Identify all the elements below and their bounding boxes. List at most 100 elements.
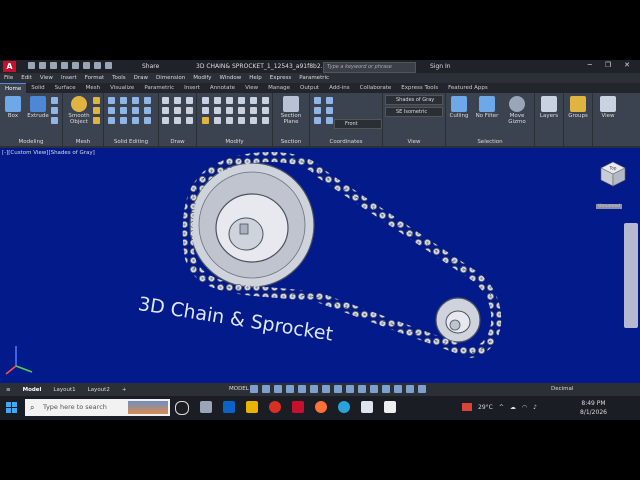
- move-icon[interactable]: [202, 97, 209, 104]
- new-icon[interactable]: [28, 62, 35, 69]
- break-icon[interactable]: [226, 117, 233, 124]
- telegram-icon[interactable]: [338, 401, 350, 413]
- menu-express[interactable]: Express: [266, 73, 295, 83]
- restore-button[interactable]: ❐: [605, 61, 611, 69]
- tab-mesh[interactable]: Mesh: [81, 83, 105, 93]
- polar-icon[interactable]: [286, 385, 294, 393]
- tab-view[interactable]: View: [240, 83, 263, 93]
- union-icon[interactable]: [108, 97, 115, 104]
- mesh-refine-icon[interactable]: [93, 107, 100, 114]
- subtract-icon[interactable]: [120, 97, 127, 104]
- sign-in-button[interactable]: Sign In: [430, 63, 451, 70]
- array-icon[interactable]: [250, 107, 257, 114]
- arc-icon[interactable]: [162, 107, 169, 114]
- gizmo-toggle-icon[interactable]: [370, 385, 378, 393]
- taskbar-search-input[interactable]: ⌕ Type here to search: [25, 399, 170, 416]
- shell-icon[interactable]: [144, 107, 151, 114]
- network-icon[interactable]: ◠: [522, 404, 527, 411]
- no-filter-button[interactable]: No Filter: [474, 96, 500, 119]
- imprint-icon[interactable]: [132, 107, 139, 114]
- menu-burger-icon[interactable]: ≡: [0, 387, 17, 393]
- minimize-button[interactable]: ─: [588, 61, 592, 69]
- menu-insert[interactable]: Insert: [57, 73, 81, 83]
- tab-solid[interactable]: Solid: [26, 83, 49, 93]
- menu-window[interactable]: Window: [216, 73, 246, 83]
- ucs-x-icon[interactable]: [314, 117, 321, 124]
- drawing-viewport[interactable]: [-][Custom View][Shades of Gray] 3D Chai…: [0, 148, 640, 383]
- menu-edit[interactable]: Edit: [17, 73, 36, 83]
- culling-button[interactable]: Culling: [446, 96, 472, 119]
- tab-surface[interactable]: Surface: [50, 83, 81, 93]
- line-icon[interactable]: [162, 97, 169, 104]
- selection-cycling-icon[interactable]: [358, 385, 366, 393]
- save-icon[interactable]: [50, 62, 57, 69]
- viewcube-icon[interactable]: Top: [598, 158, 628, 188]
- tab-featured-apps[interactable]: Featured Apps: [443, 83, 493, 93]
- tab-add-ins[interactable]: Add-ins: [324, 83, 355, 93]
- revolve-icon[interactable]: [51, 97, 58, 104]
- panel-label-selection[interactable]: Selection: [446, 139, 534, 145]
- share-button[interactable]: Share: [142, 63, 159, 70]
- section-plane-button[interactable]: Section Plane: [276, 96, 306, 125]
- ucs-named-icon[interactable]: [326, 117, 333, 124]
- tab-model[interactable]: Model: [17, 387, 48, 393]
- rotate-icon[interactable]: [214, 97, 221, 104]
- offset-icon[interactable]: [262, 107, 269, 114]
- menu-tools[interactable]: Tools: [108, 73, 130, 83]
- panel-label-mesh[interactable]: Mesh: [63, 139, 103, 145]
- fillet-edge-icon[interactable]: [108, 117, 115, 124]
- notepad-icon[interactable]: [361, 401, 373, 413]
- layers-button[interactable]: Layers: [536, 96, 562, 119]
- extend-icon[interactable]: [238, 117, 245, 124]
- hatch-icon[interactable]: [186, 117, 193, 124]
- model-space-toggle[interactable]: MODEL: [229, 386, 249, 392]
- separate-icon[interactable]: [132, 117, 139, 124]
- polygon-icon[interactable]: [186, 107, 193, 114]
- annotation-scale-icon[interactable]: [382, 385, 390, 393]
- tab-annotate[interactable]: Annotate: [205, 83, 240, 93]
- workspace-icon[interactable]: [105, 62, 112, 69]
- temperature-readout[interactable]: 29°C: [478, 404, 493, 411]
- spline-icon[interactable]: [174, 117, 181, 124]
- align-icon[interactable]: [202, 117, 209, 124]
- panel-label-section[interactable]: Section: [273, 139, 309, 145]
- workspace-switch-icon[interactable]: [394, 385, 402, 393]
- ortho-icon[interactable]: [274, 385, 282, 393]
- sweep-icon[interactable]: [51, 117, 58, 124]
- panel-label-solid-editing[interactable]: Solid Editing: [104, 139, 158, 145]
- ucs-origin-icon[interactable]: [314, 107, 321, 114]
- view-button[interactable]: View: [595, 96, 621, 119]
- firefox-icon[interactable]: [315, 401, 327, 413]
- mesh-crease-icon[interactable]: [93, 117, 100, 124]
- copy-icon[interactable]: [250, 97, 257, 104]
- otrack-icon[interactable]: [322, 385, 330, 393]
- widgets-icon[interactable]: [200, 401, 212, 413]
- tab-collaborate[interactable]: Collaborate: [355, 83, 397, 93]
- menu-file[interactable]: File: [0, 73, 17, 83]
- isodraft-icon[interactable]: [298, 385, 306, 393]
- erase-icon[interactable]: [238, 97, 245, 104]
- polyline-icon[interactable]: [174, 97, 181, 104]
- quick-properties-icon[interactable]: [418, 385, 426, 393]
- lineweight-icon[interactable]: [334, 385, 342, 393]
- mesh-smooth-icon[interactable]: [93, 97, 100, 104]
- extrude-button[interactable]: Extrude: [25, 96, 51, 119]
- menu-draw[interactable]: Draw: [130, 73, 152, 83]
- weather-icon[interactable]: [462, 403, 472, 411]
- print-icon[interactable]: [72, 62, 79, 69]
- tab-layout2[interactable]: Layout2: [82, 387, 116, 393]
- explode-icon[interactable]: [214, 107, 221, 114]
- chamfer-icon[interactable]: [262, 117, 269, 124]
- panel-label-coordinates[interactable]: Coordinates: [310, 139, 382, 145]
- menu-view[interactable]: View: [36, 73, 57, 83]
- join-icon[interactable]: [214, 117, 221, 124]
- interfere-icon[interactable]: [144, 97, 151, 104]
- volume-icon[interactable]: ♪: [533, 404, 537, 411]
- snap-icon[interactable]: [262, 385, 270, 393]
- opera-icon[interactable]: [269, 401, 281, 413]
- panel-label-view[interactable]: View: [383, 139, 445, 145]
- box-button[interactable]: Box: [0, 96, 26, 119]
- slice-icon[interactable]: [108, 107, 115, 114]
- ellipse-icon[interactable]: [162, 117, 169, 124]
- ucs-view-select[interactable]: Front: [334, 119, 382, 129]
